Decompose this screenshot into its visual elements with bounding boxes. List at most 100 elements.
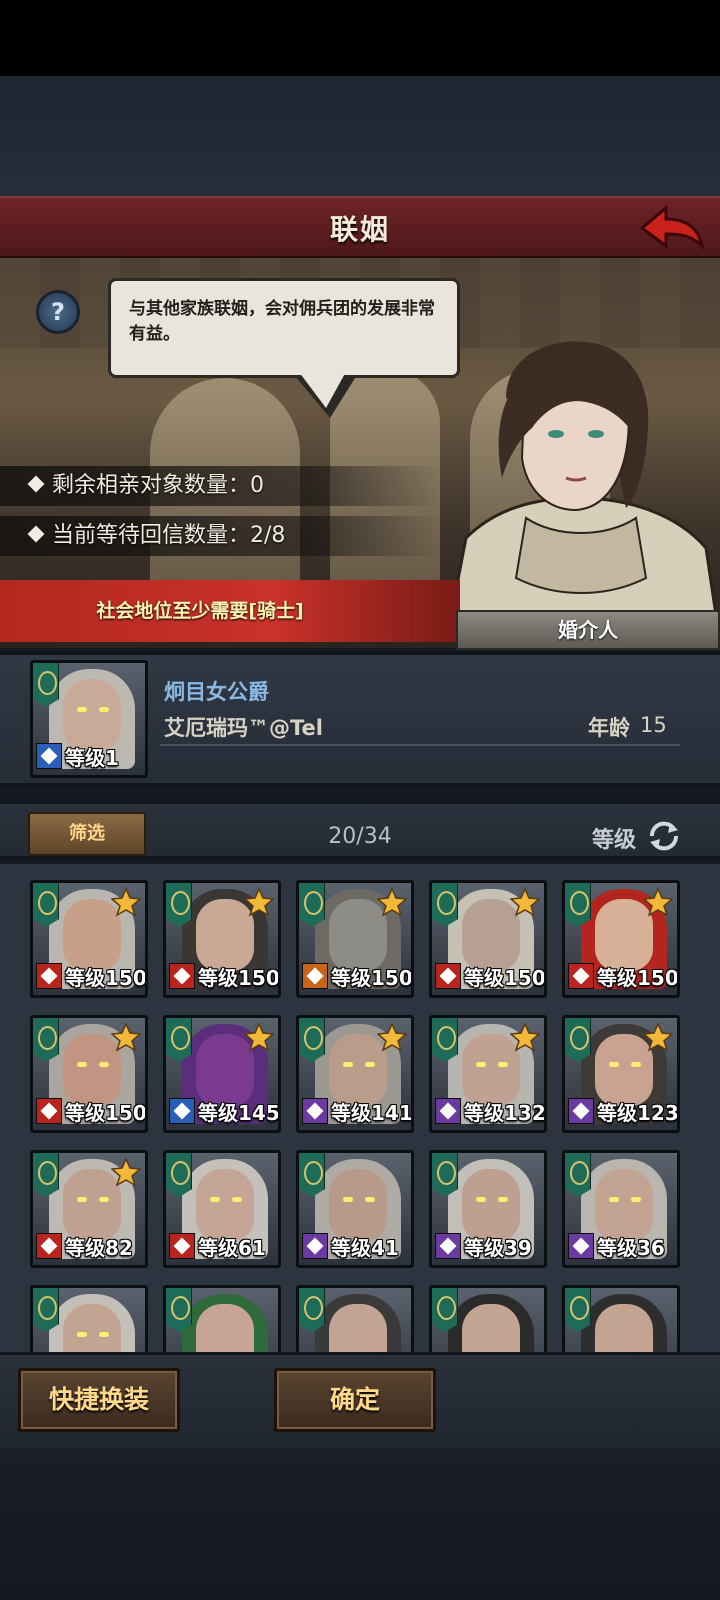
unit-card[interactable]: 等级150 — [296, 880, 414, 998]
unit-card[interactable]: 等级41 — [296, 1150, 414, 1268]
portrait-eye — [99, 1062, 109, 1067]
guild-banner-icon — [33, 1153, 59, 1197]
unit-card[interactable]: 等级132 — [429, 1015, 547, 1133]
class-icon — [435, 963, 461, 989]
portrait-face — [462, 1169, 520, 1241]
nav-area — [0, 1448, 720, 1600]
unit-card[interactable]: 等级150 — [30, 880, 148, 998]
star-icon — [111, 887, 141, 917]
star-icon — [510, 1022, 540, 1052]
unit-level: 等级145 — [198, 1101, 280, 1125]
diamond-bullet-icon — [27, 525, 45, 543]
sort-label[interactable]: 等级 — [592, 822, 636, 854]
unit-level: 等级150 — [65, 1101, 147, 1125]
unit-card[interactable]: 等级141 — [296, 1015, 414, 1133]
class-icon — [568, 963, 594, 989]
unit-card[interactable]: 等级123 — [562, 1015, 680, 1133]
unit-card[interactable]: 等级150 — [562, 880, 680, 998]
unit-level: 等级150 — [464, 966, 546, 990]
pending-replies-stat: 当前等待回信数量：2/8 — [0, 516, 440, 556]
unit-card[interactable]: 等级61 — [163, 1150, 281, 1268]
matchmaker-label: 婚介人 — [456, 610, 720, 650]
unit-card[interactable]: 等级36 — [562, 1150, 680, 1268]
guild-banner-icon — [565, 1018, 591, 1062]
help-icon[interactable]: ? — [36, 290, 80, 334]
unit-grid: 等级150 等级150 等级150 等级150 等级150 等级150 等级145 等级141… — [0, 864, 720, 1372]
star-icon — [377, 887, 407, 917]
unit-level: 等级123 — [597, 1101, 679, 1125]
quick-equip-button[interactable]: 快捷换装 — [18, 1368, 180, 1432]
portrait-eye — [77, 1197, 87, 1202]
page-title: 联姻 — [329, 213, 390, 246]
class-icon — [169, 1233, 195, 1259]
confirm-button[interactable]: 确定 — [274, 1368, 436, 1432]
guild-banner-icon — [33, 1018, 59, 1062]
matchmaker-portrait — [444, 341, 720, 642]
unit-level: 等级41 — [331, 1236, 399, 1260]
portrait-eye — [232, 1197, 242, 1202]
unit-level: 等级141 — [331, 1101, 413, 1125]
unit-count: 20/34 — [328, 824, 392, 849]
star-icon — [111, 1157, 141, 1187]
unit-level: 等级82 — [65, 1236, 133, 1260]
class-icon — [169, 963, 195, 989]
portrait-eye — [343, 1062, 353, 1067]
guild-banner-icon — [166, 1288, 192, 1332]
class-icon — [169, 1098, 195, 1124]
unit-card[interactable]: 等级150 — [163, 880, 281, 998]
selected-unit-card[interactable]: 等级1 — [30, 660, 148, 778]
class-icon — [435, 1233, 461, 1259]
class-icon — [36, 743, 62, 769]
star-icon — [377, 1022, 407, 1052]
diamond-bullet-icon — [27, 475, 45, 493]
portrait-eye — [77, 707, 87, 712]
filter-button[interactable]: 筛选 — [28, 812, 146, 856]
age-label: 年龄 — [588, 716, 630, 740]
selected-unit-title: 炯目女公爵 — [164, 680, 269, 704]
stat-label: 剩余相亲对象数量：0 — [52, 473, 264, 498]
portrait-eye — [210, 1197, 220, 1202]
portrait-eye — [99, 1197, 109, 1202]
refresh-sort-icon[interactable] — [646, 820, 682, 852]
age-value: 15 — [640, 713, 667, 737]
unit-card[interactable]: 等级150 — [30, 1015, 148, 1133]
portrait-face — [329, 1169, 387, 1241]
star-icon — [111, 1022, 141, 1052]
class-icon — [36, 1233, 62, 1259]
unit-level: 等级150 — [65, 966, 147, 990]
back-arrow-icon[interactable] — [636, 202, 706, 254]
unit-card[interactable]: 等级145 — [163, 1015, 281, 1133]
unit-level: 等级132 — [464, 1101, 546, 1125]
star-icon — [244, 887, 274, 917]
portrait-eye — [498, 1062, 508, 1067]
class-icon — [435, 1098, 461, 1124]
speech-bubble-tail-fill — [296, 368, 348, 408]
remaining-candidates-stat: 剩余相亲对象数量：0 — [0, 466, 440, 506]
guild-banner-icon — [33, 663, 59, 707]
portrait-eye — [99, 1332, 109, 1337]
requirement-banner: 社会地位至少需要[骑士] — [0, 580, 460, 642]
speech-bubble: 与其他家族联姻，会对佣兵团的发展非常有益。 — [108, 278, 460, 378]
guild-banner-icon — [565, 1288, 591, 1332]
unit-level: 等级36 — [597, 1236, 665, 1260]
guild-banner-icon — [299, 1153, 325, 1197]
guild-banner-icon — [432, 1288, 458, 1332]
portrait-eye — [343, 1197, 353, 1202]
star-icon — [643, 1022, 673, 1052]
title-bar: 联姻 — [0, 196, 720, 258]
guild-banner-icon — [166, 883, 192, 927]
star-icon — [244, 1022, 274, 1052]
unit-card[interactable]: 等级82 — [30, 1150, 148, 1268]
portrait-eye — [77, 1332, 87, 1337]
guild-banner-icon — [33, 883, 59, 927]
portrait-eye — [99, 707, 109, 712]
top-backdrop — [0, 76, 720, 196]
unit-card[interactable]: 等级39 — [429, 1150, 547, 1268]
portrait-face — [595, 1169, 653, 1241]
unit-level: 等级1 — [65, 746, 119, 770]
unit-card[interactable]: 等级150 — [429, 880, 547, 998]
portrait-eye — [609, 1062, 619, 1067]
unit-level: 等级150 — [331, 966, 413, 990]
status-bar-area — [0, 0, 720, 76]
portrait-eye — [476, 1197, 486, 1202]
